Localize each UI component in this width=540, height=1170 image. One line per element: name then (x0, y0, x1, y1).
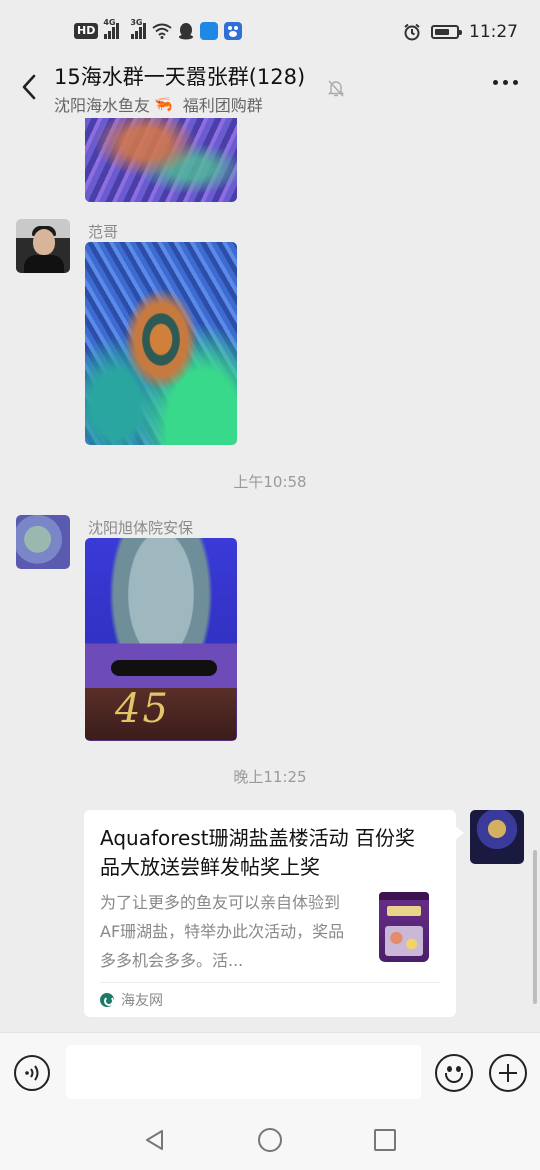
baidu-icon (224, 22, 243, 40)
avatar[interactable] (16, 515, 70, 569)
nav-back-icon[interactable] (143, 1128, 167, 1152)
back-button[interactable] (14, 70, 44, 104)
message-input[interactable] (66, 1045, 421, 1099)
wifi-icon (152, 23, 172, 39)
sender-name: 沈阳旭体院安保 (88, 519, 194, 537)
message-image[interactable]: 45 (85, 538, 237, 741)
chat-header: 15海水群一天嚣张群(128) 沈阳海水鱼友 🦐 福利团购群 (0, 56, 540, 118)
nav-home-icon[interactable] (258, 1128, 282, 1152)
clock: 11:27 (469, 22, 518, 42)
signal-label: 4G (103, 18, 116, 27)
signal-icon: 4G (103, 18, 120, 39)
link-card-title: Aquaforest珊湖盐盖楼活动 百份奖品大放送尝鲜发帖奖上奖 (100, 826, 415, 879)
chat-title: 15海水群一天嚣张群(128) (54, 65, 306, 89)
scrollbar[interactable] (533, 850, 537, 1004)
emoji-button[interactable] (435, 1054, 473, 1092)
avatar[interactable] (16, 219, 70, 273)
voice-input-button[interactable] (14, 1055, 50, 1091)
link-card-description: 为了让更多的鱼友可以亲自体验到AF珊湖盐，特举办此次活动，奖品多多机会多多。活.… (100, 893, 345, 970)
qq-icon (179, 23, 194, 40)
chat-area[interactable]: 范哥 上午10:58 沈阳旭体院安保 45 晚上11:25 Aquaforest… (0, 118, 540, 1032)
voice-icon (25, 1065, 39, 1081)
system-nav-bar (0, 1110, 540, 1170)
signal-label-2: 3G (130, 18, 143, 27)
subtitle-left: 沈阳海水鱼友 (54, 96, 151, 115)
image-rock (111, 660, 217, 676)
mute-bell-icon (327, 80, 345, 97)
salt-bag-image (379, 892, 429, 962)
chevron-left-icon (22, 74, 36, 100)
hd-badge: HD (74, 23, 99, 39)
image-number-label: 45 (115, 686, 170, 732)
battery-icon (431, 25, 462, 39)
subtitle-right: 福利团购群 (182, 96, 263, 115)
timestamp: 晚上11:25 (233, 768, 307, 786)
chat-subtitle: 沈阳海水鱼友 🦐 福利团购群 (54, 92, 263, 116)
app-notification-icon (200, 22, 219, 40)
timestamp: 上午10:58 (233, 473, 307, 491)
divider (100, 982, 440, 983)
more-actions-button[interactable] (489, 1054, 527, 1092)
nav-recents-icon[interactable] (374, 1129, 396, 1151)
status-icons-right: 11:27 (403, 22, 518, 42)
signal-icon-2: 3G (130, 18, 147, 39)
status-icons-left: HD 4G 3G (74, 18, 243, 40)
link-card-source: 海友网 (100, 990, 163, 1010)
source-logo-icon (100, 993, 114, 1007)
message-image[interactable] (85, 242, 237, 445)
sender-name: 范哥 (88, 223, 119, 241)
source-name: 海友网 (121, 993, 163, 1009)
link-card[interactable]: Aquaforest珊湖盐盖楼活动 百份奖品大放送尝鲜发帖奖上奖 为了让更多的鱼… (84, 810, 464, 1017)
my-avatar[interactable] (470, 810, 524, 864)
input-bar (0, 1032, 540, 1110)
message-image-previous[interactable] (85, 118, 237, 202)
shrimp-emoji: 🦐 (154, 95, 173, 113)
status-bar: HD 4G 3G 11:27 (0, 0, 540, 62)
battery-fill (435, 29, 449, 35)
alarm-icon (404, 23, 420, 41)
link-card-thumbnail (367, 890, 439, 966)
more-options-button[interactable] (493, 80, 518, 85)
